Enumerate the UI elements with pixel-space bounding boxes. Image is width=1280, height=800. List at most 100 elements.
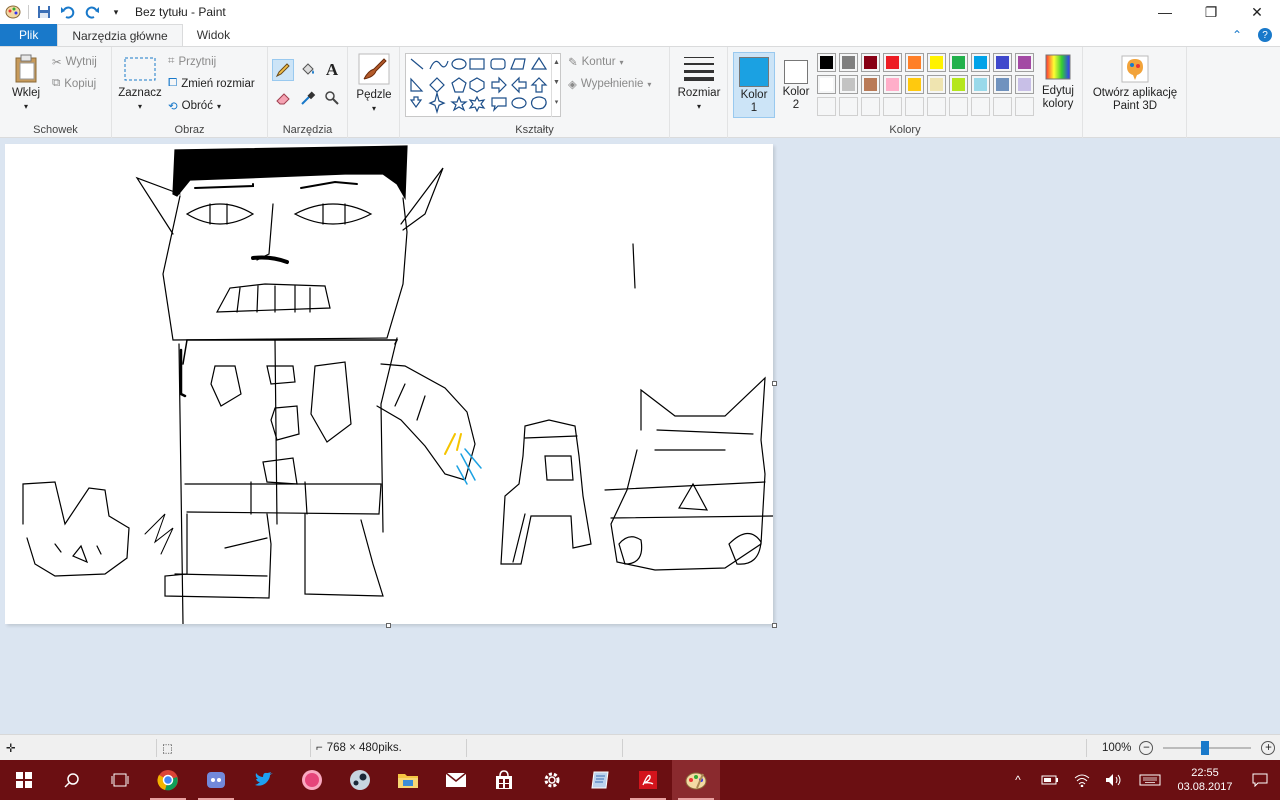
taskbar-file-explorer[interactable] bbox=[384, 760, 432, 800]
taskbar-notes[interactable] bbox=[576, 760, 624, 800]
collapse-ribbon-icon[interactable]: ⌃ bbox=[1232, 28, 1242, 42]
custom-color-slot[interactable] bbox=[971, 97, 990, 116]
notifications-icon[interactable] bbox=[1240, 760, 1280, 800]
open-paint3d-button[interactable]: Otwórz aplikację Paint 3D bbox=[1087, 55, 1183, 113]
custom-color-slot[interactable] bbox=[861, 97, 880, 116]
taskbar-discord[interactable] bbox=[192, 760, 240, 800]
paint-app-icon[interactable] bbox=[4, 3, 22, 21]
taskbar-chrome[interactable] bbox=[144, 760, 192, 800]
taskbar-settings[interactable] bbox=[528, 760, 576, 800]
magnifier-tool[interactable] bbox=[321, 87, 343, 109]
palette-color-swatch[interactable] bbox=[817, 53, 836, 72]
tab-home[interactable]: Narzędzia główne bbox=[57, 24, 183, 46]
crop-button[interactable]: ⌗ Przytnij bbox=[168, 55, 216, 68]
maximize-button[interactable]: ❐ bbox=[1188, 0, 1234, 24]
canvas-area[interactable] bbox=[0, 138, 1280, 734]
custom-color-slot[interactable] bbox=[905, 97, 924, 116]
fill-tool[interactable] bbox=[297, 59, 319, 81]
taskbar-steam[interactable] bbox=[336, 760, 384, 800]
resize-handle-corner[interactable] bbox=[772, 623, 777, 628]
palette-color-swatch[interactable] bbox=[949, 53, 968, 72]
drawing-canvas[interactable] bbox=[5, 144, 776, 625]
size-button[interactable]: Rozmiar ▾ bbox=[676, 55, 722, 113]
close-button[interactable]: ✕ bbox=[1234, 0, 1280, 24]
custom-color-slot[interactable] bbox=[839, 97, 858, 116]
palette-color-swatch[interactable] bbox=[993, 53, 1012, 72]
palette-color-swatch[interactable] bbox=[1015, 53, 1034, 72]
zoom-out-button[interactable]: − bbox=[1139, 741, 1154, 755]
palette-color-swatch[interactable] bbox=[949, 75, 968, 94]
palette-color-swatch[interactable] bbox=[971, 53, 990, 72]
custom-color-slot[interactable] bbox=[1015, 97, 1034, 116]
resize-handle-bottom[interactable] bbox=[386, 623, 391, 628]
palette-color-swatch[interactable] bbox=[861, 75, 880, 94]
taskbar-paint[interactable] bbox=[672, 760, 720, 800]
copy-button[interactable]: ⧉ Kopiuj bbox=[52, 77, 96, 90]
palette-color-swatch[interactable] bbox=[817, 75, 836, 94]
palette-color-swatch[interactable] bbox=[905, 75, 924, 94]
palette-color-swatch[interactable] bbox=[883, 53, 902, 72]
select-button[interactable]: Zaznacz ▾ bbox=[116, 55, 164, 113]
clock[interactable]: 22:55 03.08.2017 bbox=[1170, 766, 1240, 794]
minimize-button[interactable]: — bbox=[1142, 0, 1188, 24]
custom-color-slot[interactable] bbox=[817, 97, 836, 116]
zoom-slider[interactable] bbox=[1163, 741, 1252, 755]
taskbar-acrobat[interactable] bbox=[624, 760, 672, 800]
rotate-button[interactable]: ⟲ Obróć ▾ bbox=[168, 99, 221, 113]
palette-color-swatch[interactable] bbox=[883, 75, 902, 94]
help-icon[interactable]: ? bbox=[1258, 28, 1273, 42]
taskbar-mail[interactable] bbox=[432, 760, 480, 800]
resize-handle-right[interactable] bbox=[772, 381, 777, 386]
palette-color-swatch[interactable] bbox=[993, 75, 1012, 94]
color2-button[interactable]: Kolor 2 bbox=[778, 52, 814, 118]
osu-icon bbox=[302, 770, 322, 790]
redo-icon[interactable] bbox=[83, 3, 101, 21]
start-button[interactable] bbox=[0, 760, 48, 800]
brushes-button[interactable]: Pędzle ▾ bbox=[354, 53, 394, 115]
cut-button[interactable]: ✂ Wytnij bbox=[52, 55, 97, 69]
color1-button[interactable]: Kolor 1 bbox=[733, 52, 775, 118]
palette-color-swatch[interactable] bbox=[839, 75, 858, 94]
tab-file[interactable]: Plik bbox=[0, 24, 58, 46]
save-icon[interactable] bbox=[35, 3, 53, 21]
resize-button[interactable]: ⧠ Zmień rozmiar bbox=[168, 77, 255, 90]
taskbar-store[interactable] bbox=[480, 760, 528, 800]
custom-color-slot[interactable] bbox=[949, 97, 968, 116]
taskbar-osu[interactable] bbox=[288, 760, 336, 800]
custom-color-slot[interactable] bbox=[927, 97, 946, 116]
task-view-button[interactable] bbox=[96, 760, 144, 800]
palette-color-swatch[interactable] bbox=[927, 75, 946, 94]
palette-color-swatch[interactable] bbox=[861, 53, 880, 72]
line-size-icon bbox=[684, 57, 714, 81]
custom-color-slot[interactable] bbox=[993, 97, 1012, 116]
outline-button[interactable]: ✎ Kontur ▾ bbox=[568, 55, 624, 69]
keyboard-icon[interactable] bbox=[1130, 760, 1170, 800]
show-hidden-icons[interactable]: ^ bbox=[1002, 760, 1034, 800]
taskbar-twitter[interactable] bbox=[240, 760, 288, 800]
paste-button[interactable]: Wklej ▾ bbox=[6, 53, 46, 113]
palette-color-swatch[interactable] bbox=[839, 53, 858, 72]
shapes-scroll[interactable]: ▲ ▼ ▾ bbox=[551, 53, 561, 117]
zoom-in-button[interactable]: + bbox=[1261, 741, 1276, 755]
wifi-icon[interactable] bbox=[1066, 760, 1098, 800]
window-title: Bez tytułu - Paint bbox=[135, 5, 226, 19]
palette-color-swatch[interactable] bbox=[1015, 75, 1034, 94]
text-tool[interactable]: A bbox=[321, 59, 343, 81]
volume-icon[interactable] bbox=[1098, 760, 1130, 800]
palette-color-swatch[interactable] bbox=[927, 53, 946, 72]
color-picker-tool[interactable] bbox=[297, 87, 319, 109]
customize-toolbar-icon[interactable]: ▾ bbox=[107, 3, 125, 21]
pencil-tool[interactable] bbox=[272, 59, 294, 81]
zoom-slider-thumb[interactable] bbox=[1201, 741, 1210, 755]
custom-color-slot[interactable] bbox=[883, 97, 902, 116]
edit-colors-button[interactable]: Edytuj kolory bbox=[1036, 53, 1080, 111]
search-button[interactable] bbox=[48, 760, 96, 800]
fill-button[interactable]: ◈ Wypełnienie ▾ bbox=[568, 77, 651, 91]
tab-view[interactable]: Widok bbox=[183, 24, 244, 46]
undo-icon[interactable] bbox=[59, 3, 77, 21]
shapes-gallery[interactable] bbox=[405, 53, 561, 117]
palette-color-swatch[interactable] bbox=[905, 53, 924, 72]
palette-color-swatch[interactable] bbox=[971, 75, 990, 94]
battery-icon[interactable] bbox=[1034, 760, 1066, 800]
eraser-tool[interactable] bbox=[272, 87, 294, 109]
